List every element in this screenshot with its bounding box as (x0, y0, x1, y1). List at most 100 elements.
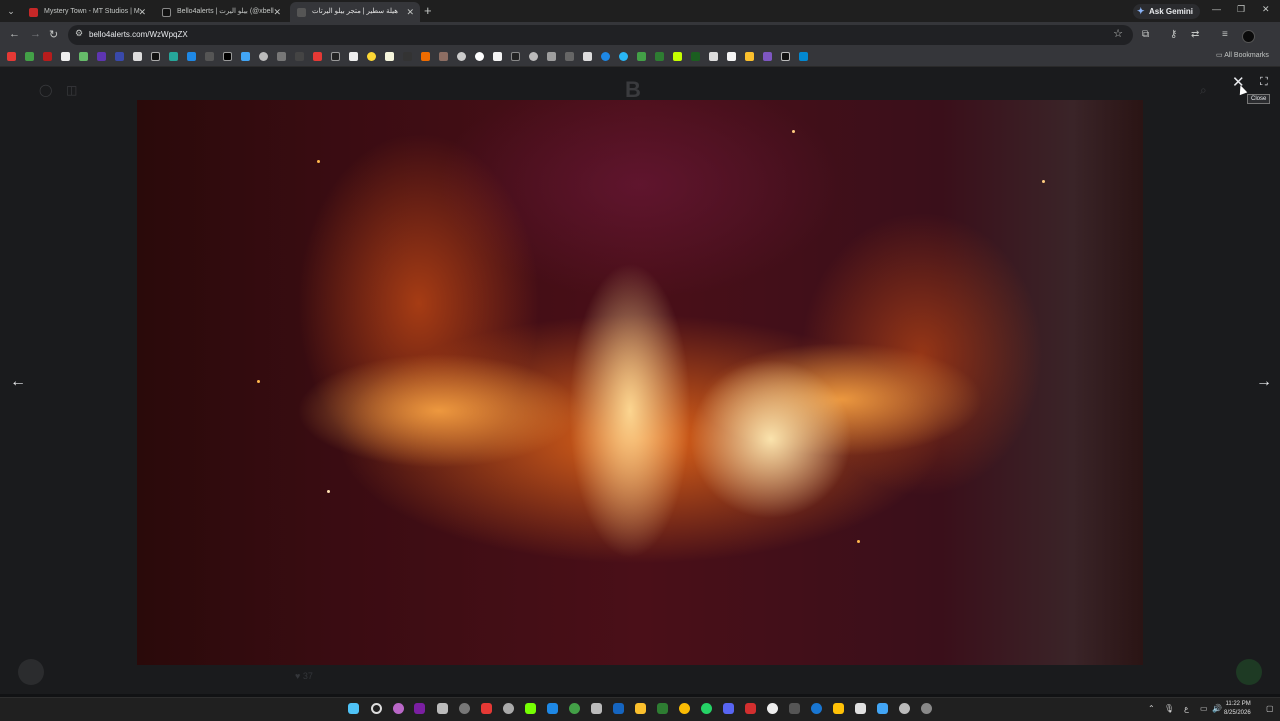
bookmark-icon[interactable] (97, 52, 106, 61)
bookmark-icon[interactable] (43, 52, 52, 61)
bookmark-icon[interactable] (25, 52, 34, 61)
bookmark-icon[interactable] (385, 52, 394, 61)
taskbar-app-icon[interactable] (789, 703, 800, 714)
bookmark-icon[interactable] (547, 52, 556, 61)
taskbar-app-icon[interactable] (745, 703, 756, 714)
bookmark-icon[interactable] (367, 52, 376, 61)
steam-icon[interactable] (613, 703, 624, 714)
taskbar-app-icon[interactable] (481, 703, 492, 714)
all-bookmarks-button[interactable]: ▭ All Bookmarks (1216, 51, 1269, 59)
bookmark-icon[interactable] (79, 52, 88, 61)
bookmark-icon[interactable] (493, 52, 502, 61)
tab-close-icon[interactable]: ✕ (138, 2, 146, 22)
tiktok-bookmark-icon[interactable] (223, 52, 232, 61)
site-info-icon[interactable]: ⚙ (75, 28, 83, 39)
bookmark-icon[interactable] (295, 52, 304, 61)
password-key-icon[interactable]: ⚷ (1170, 29, 1177, 40)
bookmark-icon[interactable] (583, 52, 592, 61)
chrome-icon[interactable] (679, 703, 690, 714)
taskbar-app-icon[interactable] (459, 703, 470, 714)
next-arrow-icon[interactable]: → (1256, 373, 1272, 391)
whatsapp-icon[interactable] (701, 703, 712, 714)
close-window-button[interactable]: ✕ (1262, 4, 1270, 15)
bookmark-icon[interactable] (331, 52, 340, 61)
new-tab-button[interactable]: + (424, 3, 432, 18)
discord-icon[interactable] (723, 703, 734, 714)
bookmark-icon[interactable] (619, 52, 628, 61)
ask-gemini-button[interactable]: ✦ Ask Gemini (1133, 4, 1201, 19)
xbox-icon[interactable] (569, 703, 580, 714)
tab-bello-store[interactable]: هيلة سطير | متجر بيلو اليرتات ✕ (290, 2, 420, 22)
scroll-top-button[interactable] (18, 659, 44, 685)
media-controls-icon[interactable]: ≡ (1222, 29, 1228, 40)
taskbar-app-icon[interactable] (437, 703, 448, 714)
file-explorer-icon[interactable] (833, 703, 844, 714)
bookmark-icon[interactable] (187, 52, 196, 61)
system-clock[interactable]: 11:22 PM 8/25/2026 (1224, 700, 1251, 718)
taskbar-app-icon[interactable] (657, 703, 668, 714)
bookmark-icon[interactable] (169, 52, 178, 61)
bookmark-icon[interactable] (403, 52, 412, 61)
language-indicator[interactable]: ع (1184, 704, 1189, 713)
bookmark-icon[interactable] (241, 52, 250, 61)
back-arrow-icon[interactable]: ← (9, 28, 20, 40)
bookmark-icon[interactable] (799, 52, 808, 61)
taskbar-app-icon[interactable] (393, 703, 404, 714)
notifications-icon[interactable]: ▢ (1266, 704, 1274, 713)
bookmark-icon[interactable] (673, 52, 682, 61)
bookmark-icon[interactable] (439, 52, 448, 61)
tab-search-icon[interactable]: ⌄ (4, 4, 18, 18)
taskbar-app-icon[interactable] (503, 703, 514, 714)
minimize-button[interactable]: — (1212, 4, 1221, 14)
bookmark-icon[interactable] (457, 52, 466, 61)
search-icon[interactable] (371, 703, 382, 714)
tab-close-icon[interactable]: ✕ (406, 2, 414, 22)
reload-icon[interactable]: ↻ (49, 28, 58, 41)
network-icon[interactable]: ▭ (1200, 704, 1208, 713)
bookmark-icon[interactable] (277, 52, 286, 61)
bookmark-icon[interactable] (313, 52, 322, 61)
mail-icon[interactable] (877, 703, 888, 714)
bookmark-icon[interactable] (727, 52, 736, 61)
bookmark-icon[interactable] (205, 52, 214, 61)
address-bar[interactable]: ⚙ bello4alerts.com/WzWpqZX ☆ (68, 25, 1133, 45)
bookmark-icon[interactable] (781, 52, 790, 61)
restore-button[interactable]: ❐ (1237, 4, 1245, 15)
windows-start-icon[interactable] (348, 703, 359, 714)
tab-bello4alerts[interactable]: Bello4alerts | بيلو اليرت (@xbell ✕ (155, 2, 287, 22)
taskbar-app-icon[interactable] (767, 703, 778, 714)
taskbar-app-icon[interactable] (414, 703, 425, 714)
taskbar-app-icon[interactable] (547, 703, 558, 714)
fullscreen-icon[interactable]: ⛶ (1260, 76, 1268, 89)
tab-close-icon[interactable]: ✕ (273, 2, 281, 22)
tray-chevron-icon[interactable]: ⌃ (1148, 704, 1155, 713)
bookmark-icon[interactable] (475, 52, 484, 61)
bookmark-icon[interactable] (745, 52, 754, 61)
bookmark-icon[interactable] (529, 52, 538, 61)
forward-arrow-icon[interactable]: → (30, 28, 41, 40)
bookmark-icon[interactable] (259, 52, 268, 61)
bookmark-icon[interactable] (601, 52, 610, 61)
taskbar-app-icon[interactable] (811, 703, 822, 714)
bookmark-icon[interactable] (709, 52, 718, 61)
whatsapp-button[interactable] (1236, 659, 1262, 685)
bookmark-icon[interactable] (763, 52, 772, 61)
bookmark-icon[interactable] (349, 52, 358, 61)
taskbar-app-icon[interactable] (635, 703, 646, 714)
extensions-icon[interactable]: ⧉ (1142, 29, 1149, 40)
taskbar-app-icon[interactable] (525, 703, 536, 714)
store-icon[interactable] (855, 703, 866, 714)
microphone-icon[interactable]: 🎙 (1164, 704, 1174, 713)
bookmark-icon[interactable] (7, 52, 16, 61)
translate-icon[interactable]: ⇄ (1191, 29, 1199, 40)
bookmark-icon[interactable] (133, 52, 142, 61)
x-bookmark-icon[interactable] (151, 52, 160, 61)
bookmark-icon[interactable] (565, 52, 574, 61)
previous-arrow-icon[interactable]: ← (10, 373, 26, 391)
tab-mystery-town[interactable]: Mystery Town - MT Studios | M ✕ (22, 2, 152, 22)
settings-gear-icon[interactable] (899, 703, 910, 714)
bookmark-icon[interactable] (115, 52, 124, 61)
bookmark-icon[interactable] (637, 52, 646, 61)
bookmark-icon[interactable] (61, 52, 70, 61)
bookmark-icon[interactable] (511, 52, 520, 61)
